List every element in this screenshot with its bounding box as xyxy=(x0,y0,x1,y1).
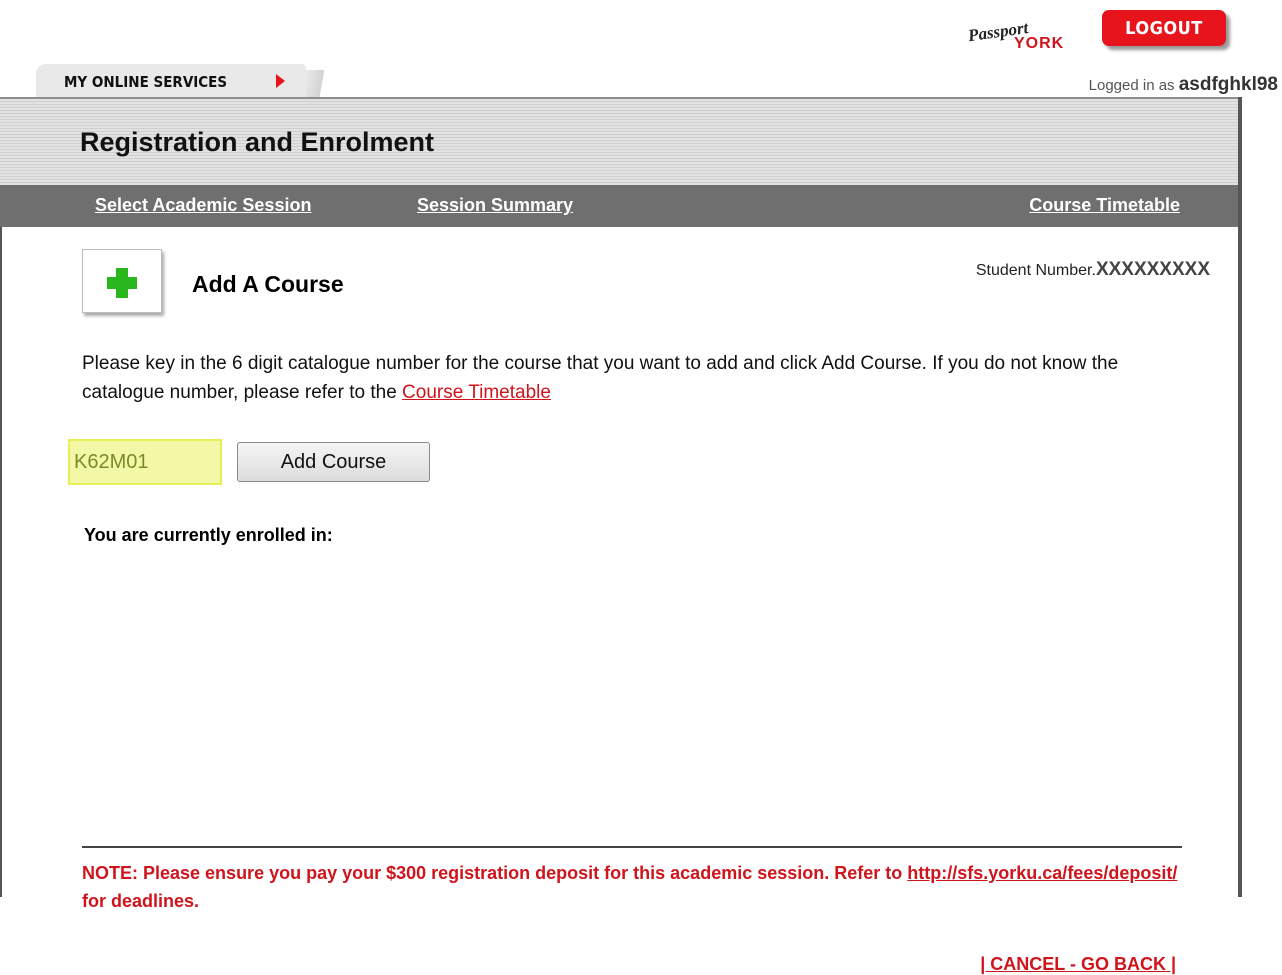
add-course-icon xyxy=(82,249,162,313)
nav-session-summary[interactable]: Session Summary xyxy=(417,195,573,216)
header-band: Registration and Enrolment xyxy=(0,97,1238,185)
plus-icon-horizontal xyxy=(107,277,137,289)
note-text: NOTE: Please ensure you pay your $300 re… xyxy=(82,863,903,883)
instructions-text: Please key in the 6 digit catalogue numb… xyxy=(82,353,1119,403)
deposit-link[interactable]: http://sfs.yorku.ca/fees/deposit/ xyxy=(907,863,1177,883)
my-online-services-tab[interactable]: MY ONLINE SERVICES xyxy=(36,64,334,98)
deposit-note: NOTE: Please ensure you pay your $300 re… xyxy=(82,859,1192,915)
catalogue-number-input[interactable] xyxy=(70,441,220,483)
instructions: Please key in the 6 digit catalogue numb… xyxy=(82,349,1142,407)
divider xyxy=(82,846,1182,848)
online-services-label: MY ONLINE SERVICES xyxy=(64,73,228,91)
logged-in-status: Logged in as asdfghkl98 xyxy=(1089,74,1278,96)
logo-york-text: YORK xyxy=(1014,35,1064,52)
student-number-label: Student Number. xyxy=(975,262,1096,279)
page-title: Registration and Enrolment xyxy=(80,127,435,157)
passport-york-logo: Passport YORK xyxy=(966,18,1064,52)
tab-edge-decoration xyxy=(306,70,334,98)
note-text-after: for deadlines. xyxy=(82,891,200,911)
arrow-right-icon xyxy=(276,74,285,88)
logged-in-prefix: Logged in as xyxy=(1088,77,1175,94)
student-number: Student Number.XXXXXXXXX xyxy=(976,259,1210,281)
sub-navigation: Select Academic Session Session Summary … xyxy=(0,185,1238,227)
nav-select-academic-session[interactable]: Select Academic Session xyxy=(95,195,311,216)
course-timetable-link[interactable]: Course Timetable xyxy=(402,382,551,403)
nav-course-timetable[interactable]: Course Timetable xyxy=(1029,195,1180,216)
enrolled-label: You are currently enrolled in: xyxy=(84,525,333,545)
main-panel: Registration and Enrolment Select Academ… xyxy=(0,97,1242,974)
add-course-button[interactable]: Add Course xyxy=(237,442,430,482)
logout-button[interactable]: LOGOUT xyxy=(1102,10,1226,46)
section-title: Add A Course xyxy=(192,271,344,297)
content-area: Add A Course Student Number.XXXXXXXXX Pl… xyxy=(0,227,1240,974)
cancel-go-back-link[interactable]: | CANCEL - GO BACK | xyxy=(980,954,1176,975)
student-number-value: XXXXXXXXX xyxy=(1095,259,1210,280)
username: asdfghkl98 xyxy=(1178,74,1278,95)
